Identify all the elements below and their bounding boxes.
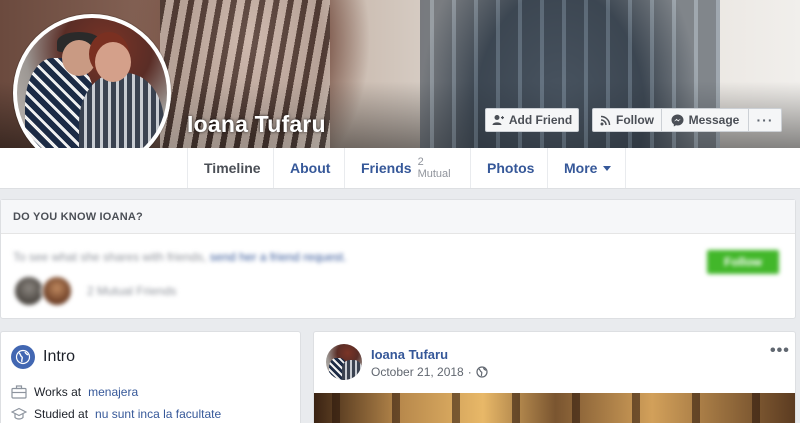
do-you-know-card: DO YOU KNOW IOANA? To see what she share…	[0, 199, 796, 319]
avatar[interactable]	[326, 344, 362, 380]
profile-nav: Timeline About Friends 2 Mutual Photos M…	[0, 148, 800, 189]
avatar[interactable]	[41, 275, 73, 307]
intro-header: Intro	[11, 345, 75, 369]
caret-down-icon	[603, 165, 612, 171]
intro-title: Intro	[43, 348, 76, 365]
messenger-icon	[671, 114, 684, 126]
friend-request-prompt: To see what she shares with friends, sen…	[13, 250, 347, 264]
globe-icon[interactable]	[476, 366, 488, 378]
intro-work-row: Works at menajera	[11, 385, 138, 399]
tab-timeline-label: Timeline	[204, 160, 261, 176]
intro-card: Intro Works at menajera Studied at nu su…	[0, 331, 301, 423]
profile-picture-image	[17, 18, 167, 168]
intro-study-row: Studied at nu sunt inca la facultate	[11, 407, 221, 421]
study-place-link[interactable]: nu sunt inca la facultate	[95, 407, 221, 421]
globe-icon	[11, 345, 35, 369]
tab-more[interactable]: More	[547, 148, 626, 188]
do-you-know-heading: DO YOU KNOW IOANA?	[1, 200, 795, 234]
briefcase-icon	[11, 385, 27, 399]
post-date-link[interactable]: October 21, 2018	[371, 365, 464, 379]
tab-friends[interactable]: Friends 2 Mutual	[344, 148, 470, 188]
more-options-button[interactable]: ···	[748, 108, 782, 132]
post-photo[interactable]	[314, 393, 795, 423]
tab-about[interactable]: About	[273, 148, 344, 188]
timeline-post: Ioana Tufaru October 21, 2018 · •••	[313, 331, 796, 423]
mutual-friends-count: 2 Mutual	[417, 156, 451, 180]
follow-button[interactable]: Follow	[592, 108, 662, 132]
message-label: Message	[688, 113, 740, 127]
mutual-friend-avatars	[13, 275, 73, 307]
follow-green-button[interactable]: Follow	[707, 250, 779, 274]
send-friend-request-link[interactable]: send her a friend request.	[210, 250, 347, 264]
work-prefix: Works at	[34, 385, 82, 399]
tab-about-label: About	[290, 160, 331, 176]
post-meta: October 21, 2018 ·	[371, 365, 488, 379]
mutual-friends-text[interactable]: 2 Mutual Friends	[87, 284, 176, 298]
post-options-button[interactable]: •••	[770, 342, 790, 360]
post-meta-separator: ·	[467, 365, 472, 379]
rss-icon	[600, 115, 611, 125]
work-place-link[interactable]: menajera	[88, 385, 138, 399]
tab-photos-label: Photos	[487, 160, 535, 176]
graduation-cap-icon	[11, 407, 27, 420]
study-prefix: Studied at	[34, 407, 89, 421]
add-friend-icon	[492, 115, 504, 125]
tab-photos[interactable]: Photos	[470, 148, 547, 188]
add-friend-button[interactable]: Add Friend	[485, 108, 579, 132]
add-friend-label: Add Friend	[508, 113, 573, 127]
tab-friends-label: Friends	[361, 160, 412, 176]
tab-more-label: More	[564, 160, 598, 176]
friend-request-text: To see what she shares with friends,	[13, 250, 207, 264]
profile-name[interactable]: Ioana Tufaru	[187, 111, 326, 138]
follow-label: Follow	[616, 113, 654, 127]
tab-timeline[interactable]: Timeline	[187, 148, 273, 188]
message-button[interactable]: Message	[661, 108, 749, 132]
post-author-link[interactable]: Ioana Tufaru	[371, 347, 448, 362]
follow-green-label: Follow	[724, 255, 762, 269]
